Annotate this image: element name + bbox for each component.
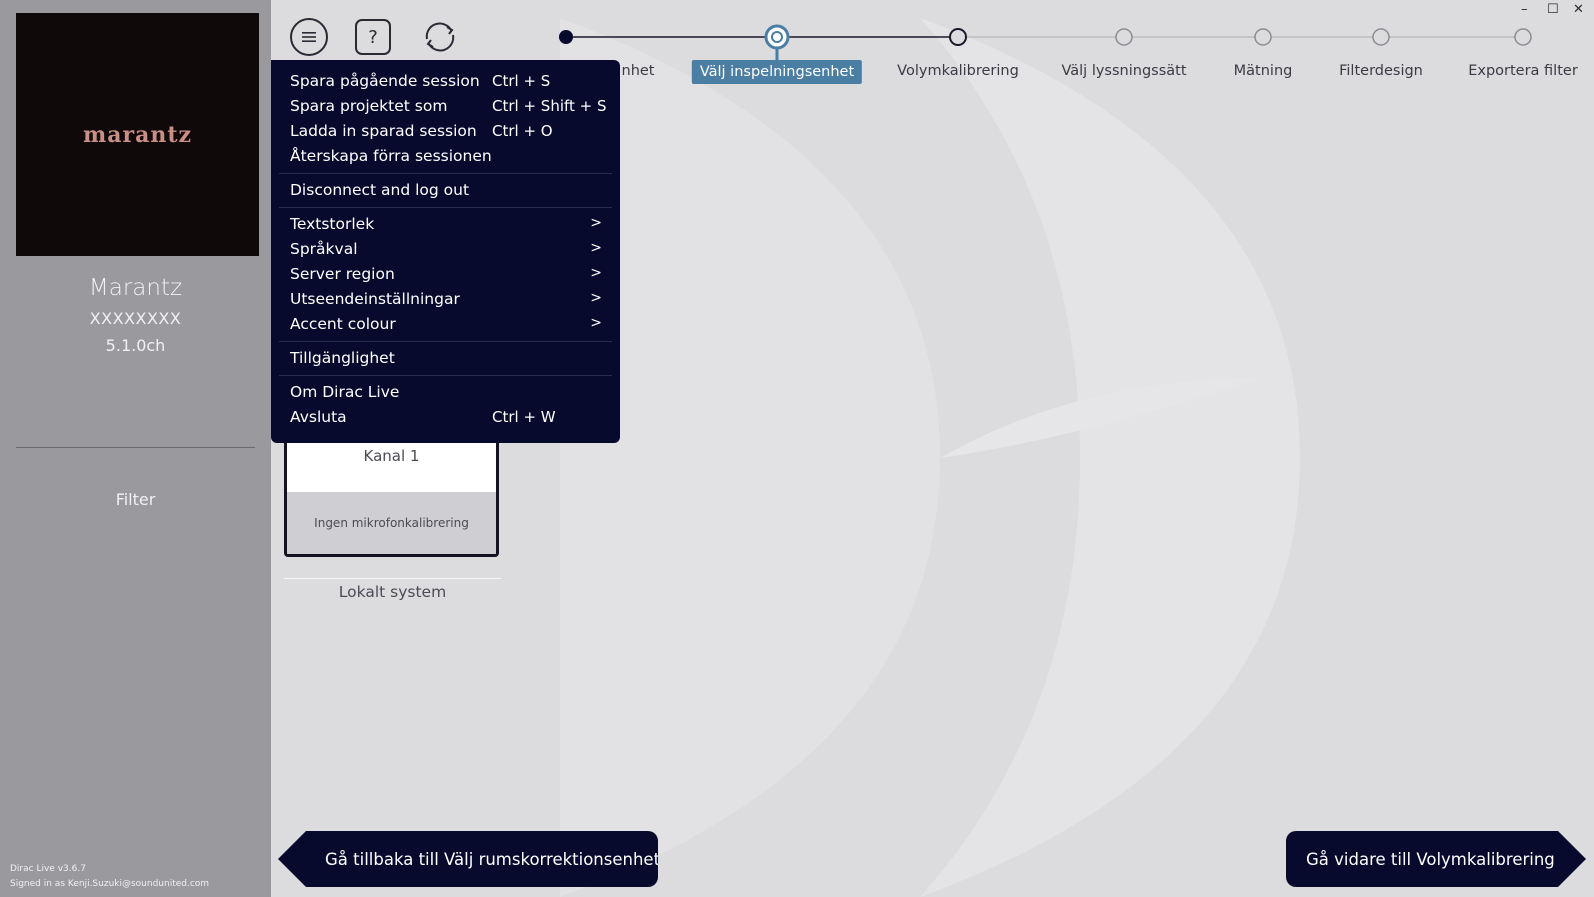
shortcut-label: Ctrl + W <box>492 408 556 426</box>
menu-item-quit[interactable]: Avsluta Ctrl + W <box>290 406 602 430</box>
device-channel-config: 5.1.0ch <box>105 336 166 355</box>
menu-item-about[interactable]: Om Dirac Live <box>290 381 602 405</box>
shortcut-label: Ctrl + O <box>492 122 553 140</box>
menu-item-accent-colour[interactable]: Accent colour > <box>290 313 602 337</box>
chevron-right-icon: > <box>590 290 602 306</box>
mic-calibration-label: Ingen mikrofonkalibrering <box>314 516 469 530</box>
local-system-divider <box>284 578 501 579</box>
window-maximize-button[interactable]: ☐ <box>1547 2 1559 17</box>
step-label-2[interactable]: Volymkalibrering <box>897 63 1019 79</box>
menu-item-save-project-as[interactable]: Spara projektet som Ctrl + Shift + S <box>290 95 607 119</box>
chevron-right-icon: > <box>590 315 602 331</box>
local-system-label: Lokalt system <box>338 583 447 601</box>
step-label-3[interactable]: Välj lyssningssätt <box>1061 63 1186 79</box>
shortcut-label: Ctrl + Shift + S <box>492 97 607 115</box>
menu-item-language[interactable]: Språkval > <box>290 238 602 262</box>
menu-item-accessibility[interactable]: Tillgänglighet <box>290 347 602 371</box>
step-node-0[interactable] <box>559 30 573 44</box>
recording-device-card[interactable]: Kanal 1 Ingen mikrofonkalibrering <box>284 434 499 557</box>
sidebar-divider <box>16 447 255 448</box>
background-decoration <box>560 18 1300 897</box>
chevron-right-icon: > <box>590 265 602 281</box>
mic-calibration-status: Ingen mikrofonkalibrering <box>287 492 496 554</box>
brand-logo-text: marantz <box>82 121 193 148</box>
signed-in-user: Signed in as Kenji.Suzuki@soundunited.co… <box>10 879 210 889</box>
menu-item-restore-session[interactable]: Återskapa förra sessionen <box>290 145 602 169</box>
menu-item-save-session[interactable]: Spara pågående session Ctrl + S <box>290 70 602 94</box>
menu-item-appearance[interactable]: Utseendeinställningar > <box>290 288 602 312</box>
menu-item-disconnect[interactable]: Disconnect and log out <box>290 179 602 203</box>
version-info: Dirac Live v3.6.7 Signed in as Kenji.Suz… <box>10 862 209 892</box>
menu-item-server-region[interactable]: Server region > <box>290 263 602 287</box>
menu-separator <box>279 375 612 376</box>
step-label-1[interactable]: Välj inspelningsenhet <box>691 60 863 84</box>
chevron-right-icon: > <box>590 215 602 231</box>
step-node-2[interactable] <box>949 28 967 46</box>
back-button[interactable]: Gå tillbaka till Välj rumskorrektionsenh… <box>278 831 658 887</box>
app-version: Dirac Live v3.6.7 <box>10 864 86 874</box>
step-node-3[interactable] <box>1115 28 1133 46</box>
next-button-label: Gå vidare till Volymkalibrering <box>1306 849 1555 869</box>
menu-item-load-session[interactable]: Ladda in sparad session Ctrl + O <box>290 120 602 144</box>
chevron-right-icon: > <box>590 240 602 256</box>
menu-separator <box>279 173 612 174</box>
main-menu-dropdown: Spara pågående session Ctrl + S Spara pr… <box>271 60 620 443</box>
menu-separator <box>279 207 612 208</box>
next-button[interactable]: Gå vidare till Volymkalibrering <box>1286 831 1586 887</box>
window-close-button[interactable]: ✕ <box>1573 2 1584 17</box>
step-node-4[interactable] <box>1254 28 1272 46</box>
step-label-6[interactable]: Exportera filter <box>1468 63 1578 79</box>
menu-item-text-size[interactable]: Textstorlek > <box>290 213 602 237</box>
step-label-0[interactable]: nhet <box>622 63 655 79</box>
menu-separator <box>279 341 612 342</box>
step-label-4[interactable]: Mätning <box>1234 63 1293 79</box>
device-serial: XXXXXXXX <box>89 309 182 328</box>
wizard-stepper: nhet Välj inspelningsenhet Volymkalibrer… <box>0 0 1594 100</box>
shortcut-label: Ctrl + S <box>492 72 551 90</box>
device-name: Marantz <box>88 275 183 301</box>
sidebar-item-filter[interactable]: Filter <box>0 490 271 509</box>
step-node-5[interactable] <box>1372 28 1390 46</box>
back-button-label: Gå tillbaka till Välj rumskorrektionsenh… <box>325 849 661 869</box>
sidebar: marantz Marantz XXXXXXXX 5.1.0ch Filter … <box>0 0 271 897</box>
step-label-5[interactable]: Filterdesign <box>1339 63 1423 79</box>
channel-name: Kanal 1 <box>363 447 420 465</box>
stepper-track <box>559 24 1532 60</box>
window-minimize-button[interactable]: – <box>1521 2 1528 17</box>
step-node-6[interactable] <box>1514 28 1532 46</box>
